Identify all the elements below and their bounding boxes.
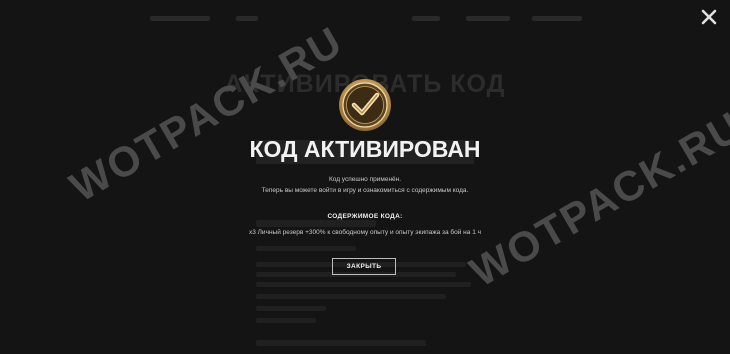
info-message: Теперь вы можете войти в игру и ознакоми…: [261, 187, 469, 194]
close-modal-button[interactable]: ЗАКРЫТЬ: [332, 258, 396, 275]
code-content-value: x3 Личный резерв +300% к свободному опыт…: [249, 229, 481, 236]
code-content-label: СОДЕРЖИМОЕ КОДА:: [327, 213, 403, 220]
success-message: Код успешно применён.: [328, 176, 402, 183]
code-activated-modal: КОД АКТИВИРОВАН Код успешно применён. Те…: [0, 0, 730, 354]
modal-title: КОД АКТИВИРОВАН: [249, 136, 481, 162]
checkmark-emblem-icon: [337, 77, 393, 133]
